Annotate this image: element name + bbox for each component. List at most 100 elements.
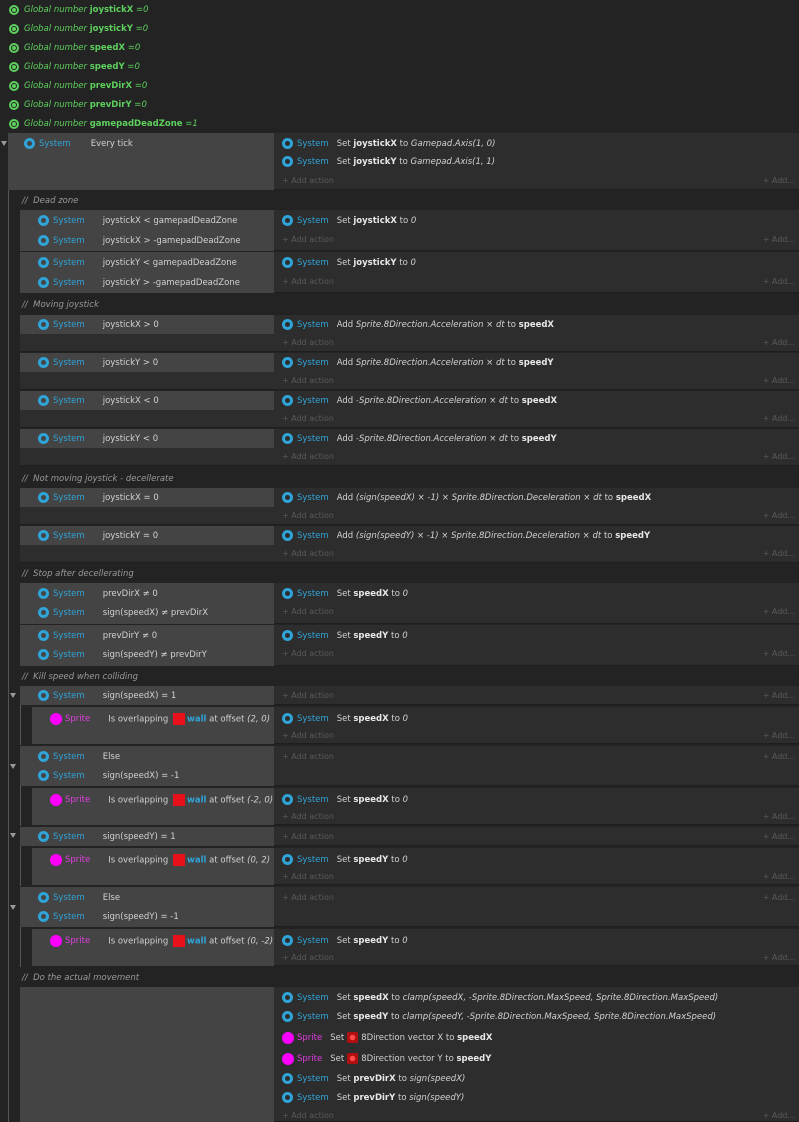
event-every-tick[interactable]: System Every tick System Set joystickX to … — [8, 133, 799, 190]
global-var-row[interactable]: Global number prevDirX = 0 — [0, 76, 799, 95]
add-action-button[interactable]: + Add action — [282, 230, 334, 249]
add-button[interactable]: + Add... — [763, 544, 795, 563]
collapse-arrow-icon[interactable] — [10, 693, 16, 698]
add-button[interactable]: + Add... — [763, 888, 795, 907]
action-row[interactable]: System Set speedX to 0 — [282, 709, 799, 728]
condition-block[interactable]: System prevDirY ≠ 0 System sign(speedY) ≠ … — [20, 625, 274, 666]
add-action-button[interactable]: + Add action — [282, 333, 334, 352]
event-dead-zone-y[interactable]: System joystickY < gamepadDeadZone System… — [20, 252, 799, 293]
global-var-row[interactable]: Global number gamepadDeadZone = 1 — [0, 114, 799, 133]
condition-row[interactable]: System joystickX < gamepadDeadZone — [20, 211, 274, 230]
action-row[interactable]: System Add Sprite.8Direction.Acceleration… — [282, 353, 799, 372]
global-var-row[interactable]: Global number speedY = 0 — [0, 57, 799, 76]
condition-block[interactable]: System joystickX > 0 — [20, 315, 274, 334]
condition-row[interactable]: System sign(speedY) ≠ prevDirY — [20, 645, 274, 664]
condition-block[interactable]: System joystickX = 0 — [20, 488, 274, 507]
event-move-right[interactable]: System joystickX > 0 System Add Sprite.8Di… — [20, 315, 799, 352]
condition-block[interactable]: System joystickY < gamepadDeadZone System… — [20, 252, 274, 293]
add-action-button[interactable]: + Add action — [282, 272, 334, 291]
condition-row[interactable]: System joystickX > -gamepadDeadZone — [20, 231, 274, 250]
action-row[interactable]: System Set speedX to clamp(speedX, -Sprit… — [282, 988, 799, 1007]
add-button[interactable]: + Add... — [763, 827, 795, 846]
event-move-up[interactable]: System joystickY < 0 System Add -Sprite.8D… — [20, 429, 799, 466]
event-movement[interactable]: System Set speedX to clamp(speedX, -Sprit… — [20, 987, 799, 1122]
add-button[interactable]: + Add... — [763, 333, 795, 352]
condition-row[interactable]: System joystickX = 0 — [20, 488, 274, 507]
condition-block[interactable]: System Every tick — [8, 133, 274, 190]
condition-row[interactable]: System joystickY > -gamepadDeadZone — [20, 273, 274, 292]
condition-row[interactable]: System joystickY > 0 — [20, 353, 274, 372]
collapse-arrow-icon[interactable] — [10, 833, 16, 838]
action-row[interactable]: System Add -Sprite.8Direction.Acceleratio… — [282, 429, 799, 448]
comment[interactable]: // Not moving joystick - decellerate — [22, 469, 174, 488]
collapse-arrow-icon[interactable] — [1, 141, 7, 146]
condition-row[interactable]: System sign(speedX) ≠ prevDirX — [20, 603, 274, 622]
condition-row[interactable]: System joystickY < gamepadDeadZone — [20, 253, 274, 272]
global-var-row[interactable]: Global number prevDirY = 0 — [0, 95, 799, 114]
add-action-button[interactable]: + Add action — [282, 371, 334, 390]
add-action-button[interactable]: + Add action — [282, 447, 334, 466]
condition-block[interactable]: Sprite Is overlapping wall at offset (0, … — [32, 848, 274, 885]
add-button[interactable]: + Add... — [763, 807, 795, 826]
comment[interactable]: // Stop after decellerating — [22, 564, 134, 583]
subevent-overlap[interactable]: Sprite Is overlapping wall at offset (0, … — [32, 848, 799, 885]
add-button[interactable]: + Add... — [763, 747, 795, 766]
add-button[interactable]: + Add... — [763, 409, 795, 428]
event-move-down[interactable]: System joystickY > 0 System Add Sprite.8Di… — [20, 353, 799, 390]
comment[interactable]: // Dead zone — [22, 191, 79, 210]
condition-row[interactable]: Sprite Is overlapping wall at offset (-2,… — [32, 790, 274, 809]
add-action-button[interactable]: + Add action — [282, 807, 334, 826]
action-row[interactable]: System Set speedX to 0 — [282, 584, 799, 603]
add-action-button[interactable]: + Add action — [282, 726, 334, 745]
condition-block[interactable]: System Else System sign(speedX) = -1 — [20, 746, 274, 786]
event-sign-x-positive[interactable]: System sign(speedX) = 1 + Add action + Ad… — [20, 686, 799, 705]
add-action-button[interactable]: + Add action — [282, 506, 334, 525]
add-action-button[interactable]: + Add action — [282, 544, 334, 563]
comment[interactable]: // Moving joystick — [22, 295, 99, 314]
add-button[interactable]: + Add... — [763, 726, 795, 745]
action-row[interactable]: System Set joystickY to Gamepad.Axis(1, 1… — [282, 152, 799, 171]
add-button[interactable]: + Add... — [763, 171, 795, 190]
action-row[interactable]: System Set joystickX to 0 — [282, 211, 799, 230]
add-button[interactable]: + Add... — [763, 867, 795, 886]
condition-row[interactable]: System joystickY < 0 — [20, 429, 274, 448]
add-action-button[interactable]: + Add action — [282, 409, 334, 428]
add-action-button[interactable]: + Add action — [282, 827, 334, 846]
add-action-button[interactable]: + Add action — [282, 888, 334, 907]
condition-block[interactable]: Sprite Is overlapping wall at offset (2, … — [32, 707, 274, 744]
event-else-sign-x-negative[interactable]: System Else System sign(speedX) = -1 + Add… — [20, 746, 799, 786]
condition-row[interactable]: Sprite Is overlapping wall at offset (2, … — [32, 709, 274, 728]
condition-block[interactable]: System joystickX < 0 — [20, 391, 274, 410]
add-action-button[interactable]: + Add action — [282, 1106, 334, 1122]
condition-row[interactable]: System prevDirY ≠ 0 — [20, 626, 274, 645]
condition-row[interactable]: System Else — [20, 747, 274, 766]
event-dead-zone-x[interactable]: System joystickX < gamepadDeadZone System… — [20, 210, 799, 251]
event-move-left[interactable]: System joystickX < 0 System Add -Sprite.8D… — [20, 391, 799, 428]
collapse-arrow-icon[interactable] — [10, 905, 16, 910]
add-action-button[interactable]: + Add action — [282, 686, 334, 705]
condition-block[interactable]: System sign(speedX) = 1 — [20, 686, 274, 705]
condition-row[interactable]: System sign(speedY) = 1 — [20, 827, 274, 846]
comment[interactable]: // Do the actual movement — [22, 968, 139, 987]
add-button[interactable]: + Add... — [763, 447, 795, 466]
global-var-row[interactable]: Global number joystickX = 0 — [0, 0, 799, 19]
add-button[interactable]: + Add... — [763, 1106, 795, 1122]
action-row[interactable]: System Set speedY to 0 — [282, 850, 799, 869]
action-row[interactable]: System Set prevDirY to sign(speedY) — [282, 1088, 799, 1107]
add-button[interactable]: + Add... — [763, 272, 795, 291]
condition-block[interactable]: Sprite Is overlapping wall at offset (0, … — [32, 929, 274, 966]
condition-row[interactable]: System sign(speedX) = 1 — [20, 686, 274, 705]
condition-block[interactable]: System joystickY < 0 — [20, 429, 274, 448]
condition-row[interactable]: System joystickX < 0 — [20, 391, 274, 410]
add-action-button[interactable]: + Add action — [282, 171, 334, 190]
action-row[interactable]: System Set joystickX to Gamepad.Axis(1, 0… — [282, 134, 799, 153]
condition-row[interactable]: System sign(speedX) = -1 — [20, 766, 274, 785]
add-action-button[interactable]: + Add action — [282, 644, 334, 663]
collapse-arrow-icon[interactable] — [10, 764, 16, 769]
action-row[interactable]: System Add (sign(speedY) × -1) × Sprite.8… — [282, 526, 799, 545]
global-var-row[interactable]: Global number joystickY = 0 — [0, 19, 799, 38]
action-row[interactable]: System Set speedY to clamp(speedY, -Sprit… — [282, 1007, 799, 1026]
condition-row[interactable]: Sprite Is overlapping wall at offset (0, … — [32, 850, 274, 869]
action-row[interactable]: System Add Sprite.8Direction.Acceleration… — [282, 315, 799, 334]
condition-row[interactable]: System sign(speedY) = -1 — [20, 907, 274, 926]
